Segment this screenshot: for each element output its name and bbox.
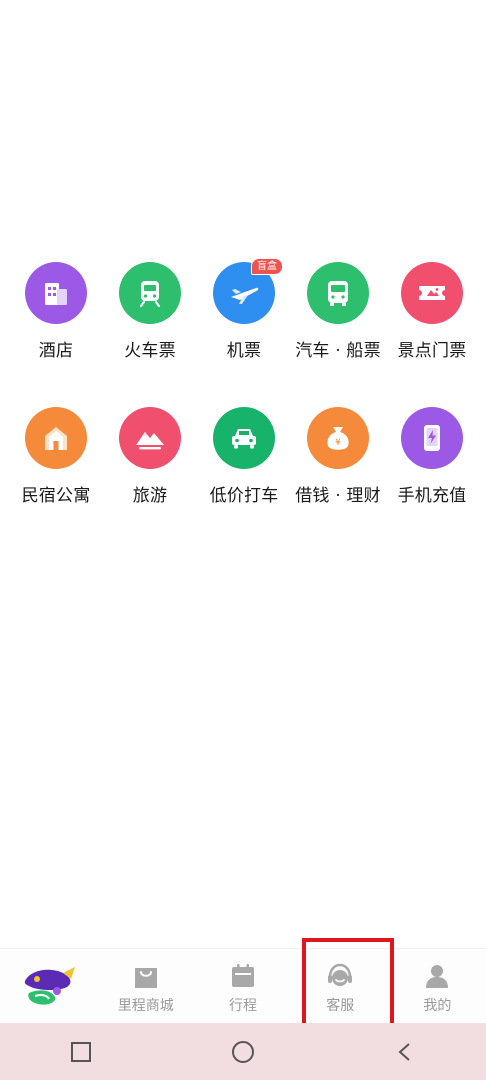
- money-bag-icon: ¥: [307, 407, 369, 469]
- recent-apps-button[interactable]: [51, 1032, 111, 1072]
- service-label: 火车票: [124, 341, 176, 361]
- service-label: 景点门票: [397, 341, 467, 361]
- nav-customer-service[interactable]: 客服: [292, 949, 389, 1024]
- service-taxi[interactable]: 低价打车: [198, 407, 290, 506]
- service-finance[interactable]: ¥ 借钱 · 理财: [292, 407, 384, 506]
- home-button[interactable]: [213, 1032, 273, 1072]
- nav-label: 行程: [229, 998, 257, 1014]
- service-label: 民宿公寓: [21, 486, 91, 506]
- car-icon: [213, 407, 275, 469]
- nav-mine[interactable]: 我的: [389, 949, 486, 1024]
- system-nav-bar: [0, 1023, 486, 1080]
- service-ticket[interactable]: 景点门票: [386, 262, 478, 361]
- train-icon: [119, 262, 181, 324]
- bus-icon: [307, 262, 369, 324]
- circle-icon: [230, 1039, 256, 1065]
- service-label: 借钱 · 理财: [295, 486, 381, 506]
- square-icon: [68, 1039, 94, 1065]
- blind-box-badge: 盲盒: [251, 258, 283, 275]
- ticket-icon: [401, 262, 463, 324]
- calendar-icon: [228, 961, 258, 991]
- service-label: 酒店: [38, 341, 74, 361]
- hotel-building-icon: [25, 262, 87, 324]
- user-icon: [422, 961, 452, 991]
- service-grid: 酒店 火车票 盲盒 机票 汽车 · 船票 景点门票 民宿公寓 旅游 低价打车 ¥…: [0, 258, 486, 552]
- service-flight[interactable]: 盲盒 机票: [198, 258, 290, 361]
- shopping-bag-icon: [131, 961, 161, 991]
- nav-mileage-mall[interactable]: 里程商城: [97, 949, 194, 1024]
- svg-text:¥: ¥: [335, 438, 341, 448]
- airplane-icon: 盲盒: [213, 258, 283, 324]
- service-label: 汽车 · 船票: [295, 341, 381, 361]
- service-label: 旅游: [132, 486, 168, 506]
- service-bus[interactable]: 汽车 · 船票: [292, 262, 384, 361]
- headset-icon: [325, 961, 355, 991]
- back-chevron-icon: [392, 1039, 418, 1065]
- service-homestay[interactable]: 民宿公寓: [10, 407, 102, 506]
- service-label: 机票: [226, 341, 262, 361]
- bottom-nav: 里程商城 行程 客服 我的: [0, 948, 486, 1024]
- nav-label: 我的: [423, 998, 452, 1014]
- service-travel[interactable]: 旅游: [104, 407, 196, 506]
- house-icon: [25, 407, 87, 469]
- nav-label: 里程商城: [117, 998, 174, 1014]
- service-label: 手机充值: [397, 486, 467, 506]
- service-row: 民宿公寓 旅游 低价打车 ¥ 借钱 · 理财 手机充值: [0, 407, 486, 506]
- service-train[interactable]: 火车票: [104, 262, 196, 361]
- back-button[interactable]: [375, 1032, 435, 1072]
- service-label: 低价打车: [209, 486, 279, 506]
- phone-recharge-icon: [401, 407, 463, 469]
- nav-trips[interactable]: 行程: [194, 949, 291, 1024]
- service-recharge[interactable]: 手机充值: [386, 407, 478, 506]
- nav-label: 客服: [326, 998, 355, 1014]
- service-hotel[interactable]: 酒店: [10, 262, 102, 361]
- fliggy-mascot-icon: [21, 963, 77, 1013]
- mountain-icon: [119, 407, 181, 469]
- service-row: 酒店 火车票 盲盒 机票 汽车 · 船票 景点门票: [0, 258, 486, 361]
- nav-home[interactable]: [0, 949, 97, 1024]
